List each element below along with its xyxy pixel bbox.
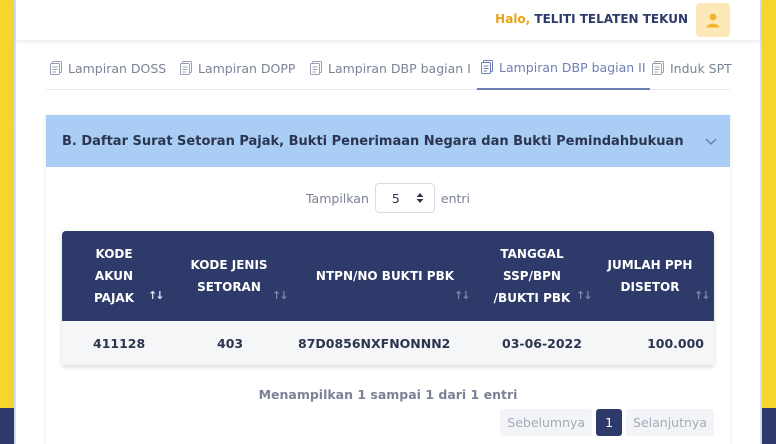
- document-icon: [50, 61, 62, 75]
- sort-icon: ↑↓: [272, 289, 289, 302]
- sort-icon: ↑↓: [694, 289, 711, 302]
- tab-label: Lampiran DOPP: [198, 60, 296, 76]
- sort-icon: ↑↓: [454, 289, 471, 302]
- main-content-frame: Halo, TELITI TELATEN TEKUN Lampiran DOSS…: [14, 0, 762, 444]
- column-header-ntpn[interactable]: NTPN/NO BUKTI PBK ↑↓: [292, 231, 478, 321]
- length-suffix: entri: [440, 190, 471, 206]
- page-button-current[interactable]: 1: [596, 409, 623, 436]
- section-panel: B. Daftar Surat Setoran Pajak, Bukti Pen…: [46, 115, 730, 444]
- tab-bar: Lampiran DOSS Lampiran DOPP Lampiran DBP…: [46, 46, 732, 90]
- column-header-kode-jenis-setoran[interactable]: KODE JENIS SETORAN ↑↓: [166, 231, 292, 321]
- cell-kode-akun-pajak: 411128: [93, 335, 146, 351]
- column-header-tanggal[interactable]: TANGGAL SSP/BPN /BUKTI PBK ↑↓: [478, 231, 593, 321]
- document-icon: [481, 60, 493, 74]
- header-line: /BUKTI PBK: [493, 291, 571, 305]
- header-line: JUMLAH PPH: [607, 258, 693, 272]
- pagination: Sebelumnya 1 Selanjutnya: [500, 409, 714, 437]
- table-header: KODE AKUN PAJAK ↑↓ KODE JENIS SETORAN ↑↓: [62, 231, 714, 321]
- cell-ntpn: 87D0856NXFNONNN2: [298, 335, 451, 351]
- table-info-text: Menampilkan 1 sampai 1 dari 1 entri: [258, 387, 518, 402]
- tab-label: Lampiran DBP bagian II: [499, 59, 646, 75]
- entries-per-page-value: 5: [391, 190, 400, 206]
- document-icon: [310, 61, 322, 75]
- header-line: KODE: [95, 247, 133, 261]
- tab-label: Induk SPT: [670, 60, 732, 76]
- sort-icon: ↑↓: [148, 289, 165, 302]
- length-prefix: Tampilkan: [305, 190, 369, 206]
- sort-updown-icon: [416, 193, 424, 203]
- header-line: DISETOR: [620, 280, 680, 294]
- header-line: SSP/BPN: [503, 269, 561, 283]
- header-line: PAJAK: [93, 291, 135, 305]
- header-line: AKUN: [94, 269, 134, 283]
- document-icon: [180, 61, 192, 75]
- user-greeting: Halo, TELITI TELATEN TEKUN: [495, 12, 688, 26]
- cell-jumlah-pph: 100.000: [647, 335, 704, 351]
- tab-lampiran-dopp[interactable]: Lampiran DOPP: [180, 46, 295, 90]
- header-line: TANGGAL: [500, 247, 564, 261]
- user-icon: [706, 13, 720, 28]
- greeting-label: Halo,: [495, 12, 531, 26]
- column-header-jumlah-pph[interactable]: JUMLAH PPH DISETOR ↑↓: [586, 231, 714, 321]
- tab-lampiran-doss[interactable]: Lampiran DOSS: [50, 46, 166, 90]
- tab-induk-spt[interactable]: Induk SPT: [652, 46, 732, 90]
- tab-label: Lampiran DOSS: [68, 60, 167, 76]
- tab-lampiran-dbp-bagian-2[interactable]: Lampiran DBP bagian II: [477, 46, 650, 90]
- document-icon: [652, 61, 664, 75]
- section-header[interactable]: B. Daftar Surat Setoran Pajak, Bukti Pen…: [46, 115, 730, 167]
- setoran-table: KODE AKUN PAJAK ↑↓ KODE JENIS SETORAN ↑↓: [62, 231, 714, 365]
- header-line: NTPN/NO BUKTI PBK: [315, 269, 455, 283]
- column-header-kode-akun-pajak[interactable]: KODE AKUN PAJAK ↑↓: [62, 231, 166, 321]
- user-name[interactable]: TELITI TELATEN TEKUN: [534, 12, 688, 26]
- next-page-button[interactable]: Selanjutnya: [626, 409, 714, 436]
- tab-lampiran-dbp-bagian-1[interactable]: Lampiran DBP bagian I: [310, 46, 471, 90]
- chevron-down-icon[interactable]: [704, 136, 718, 146]
- header-line: SETORAN: [197, 280, 261, 294]
- entries-length-control: Tampilkan 5 entri: [46, 183, 730, 213]
- previous-page-button[interactable]: Sebelumnya: [500, 409, 593, 436]
- section-title: B. Daftar Surat Setoran Pajak, Bukti Pen…: [62, 133, 684, 149]
- avatar[interactable]: [696, 3, 730, 37]
- header-line: KODE JENIS: [190, 258, 268, 272]
- top-header: Halo, TELITI TELATEN TEKUN: [16, 0, 760, 40]
- cell-kode-jenis-setoran: 403: [217, 335, 244, 351]
- entries-per-page-select[interactable]: 5: [374, 183, 435, 213]
- table-row[interactable]: 411128 403 87D0856NXFNONNN2 03-06-2022 1…: [62, 321, 714, 365]
- tab-label: Lampiran DBP bagian I: [328, 60, 471, 76]
- cell-tanggal: 03-06-2022: [502, 335, 582, 351]
